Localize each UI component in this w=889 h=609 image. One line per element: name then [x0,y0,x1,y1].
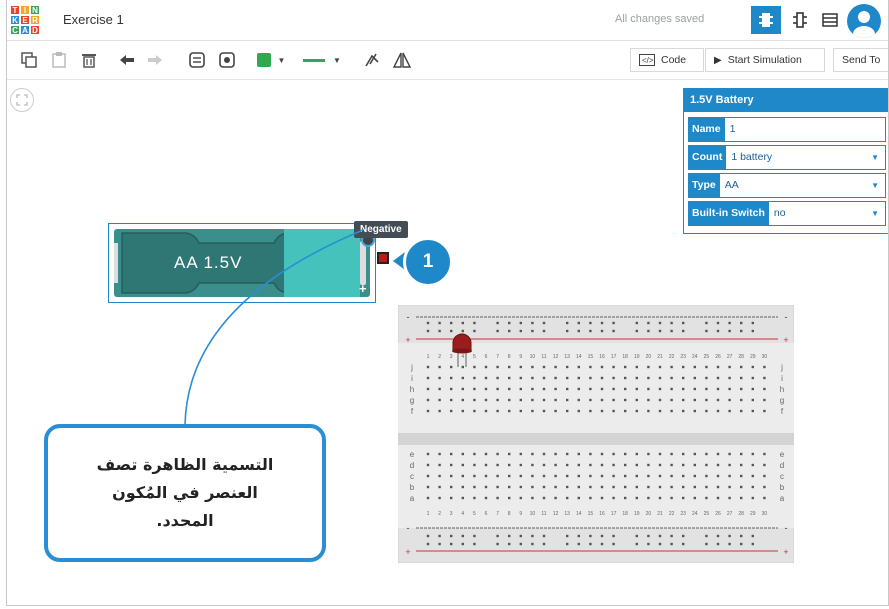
inspector-row-name[interactable]: Name 1 [688,117,886,142]
count-select[interactable]: 1 battery ▼ [726,145,886,170]
inspector-title: 1.5V Battery [684,89,888,112]
type-value: AA [724,179,739,191]
callout-line-3: المحدد. [156,511,214,530]
chevron-down-icon: ▼ [871,209,879,218]
inspector-row-type[interactable]: Type AA ▼ [688,173,886,198]
callout-line-1: التسمية الظاهرة تصف [96,455,274,474]
component-inspector: 1.5V Battery Name 1 Count 1 battery ▼ Typ… [683,88,888,234]
name-label: Name [688,117,725,142]
inspector-row-count[interactable]: Count 1 battery ▼ [688,145,886,170]
chevron-down-icon: ▼ [871,153,879,162]
name-value: 1 [729,123,736,135]
chevron-down-icon: ▼ [871,181,879,190]
count-value: 1 battery [731,151,773,163]
inspector-row-switch[interactable]: Built-in Switch no ▼ [688,201,886,226]
callout-line-2: العنصر في المُكون [112,483,258,502]
app-window: TINKERCAD Exercise 1 All changes saved ▼… [6,0,889,606]
type-label: Type [688,173,720,198]
count-label: Count [688,145,727,170]
step-badge: 1 [403,237,453,287]
name-field[interactable]: 1 [724,117,886,142]
switch-select[interactable]: no ▼ [768,201,886,226]
type-select[interactable]: AA ▼ [719,173,886,198]
switch-value: no [773,207,786,219]
annotation-callout: التسمية الظاهرة تصف العنصر في المُكون ال… [44,424,326,562]
switch-label: Built-in Switch [688,201,769,226]
